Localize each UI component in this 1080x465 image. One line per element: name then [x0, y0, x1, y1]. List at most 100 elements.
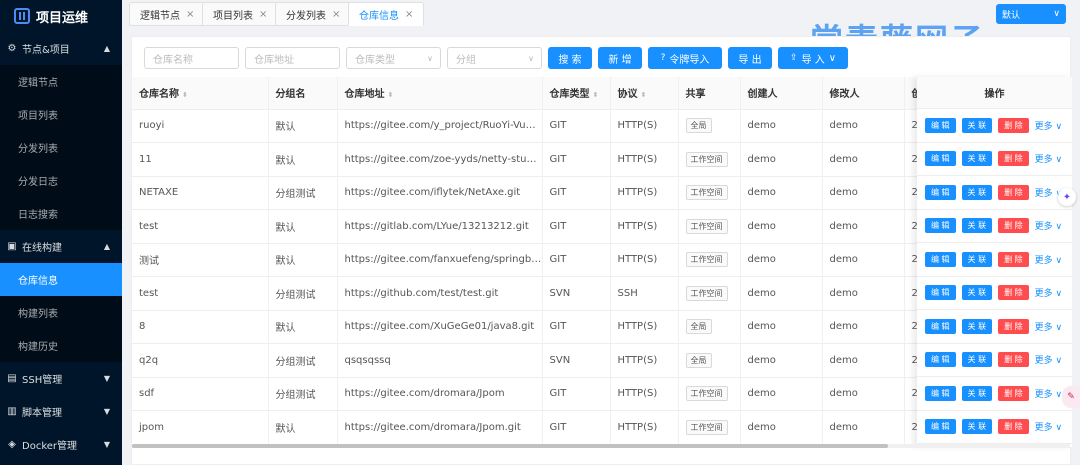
cell-protocol: HTTP(S) — [610, 142, 679, 177]
edit-button[interactable]: 编 辑 — [925, 151, 956, 167]
sidebar-item-project-list[interactable]: 项目列表 — [0, 98, 122, 131]
more-dropdown[interactable]: 更多 ∨ — [1035, 286, 1062, 299]
question-circle-icon: ? — [660, 53, 666, 63]
assistant-icon[interactable]: ✎ — [1062, 386, 1080, 408]
more-dropdown[interactable]: 更多 ∨ — [1035, 353, 1062, 366]
delete-button[interactable]: 删 除 — [998, 285, 1029, 301]
column-header-operations: 操作 — [917, 77, 1072, 109]
app-title: 项目运维 — [36, 10, 89, 26]
tab-project-list[interactable]: 项目列表 × — [202, 2, 279, 26]
sidebar-item-dispatch-log[interactable]: 分发日志 — [0, 164, 122, 197]
close-icon[interactable]: × — [405, 9, 413, 20]
sidebar-group-nodes-projects[interactable]: ⚙ 节点&项目 ▲ — [0, 32, 122, 65]
link-button[interactable]: 关 联 — [961, 352, 993, 368]
more-dropdown[interactable]: 更多 ∨ — [1035, 119, 1062, 132]
close-icon[interactable]: × — [259, 9, 267, 20]
delete-button[interactable]: 删 除 — [998, 318, 1029, 334]
delete-button[interactable]: 删 除 — [998, 251, 1029, 267]
edit-button[interactable]: 编 辑 — [925, 318, 956, 334]
workspace-label: 默认 — [1002, 10, 1021, 21]
tab-label: 逻辑节点 — [140, 10, 180, 22]
close-icon[interactable]: × — [186, 9, 194, 20]
sidebar-group-docker[interactable]: ◈ Docker管理 ▼ — [0, 428, 122, 461]
delete-button[interactable]: 删 除 — [998, 184, 1029, 200]
sidebar-item-repo-info[interactable]: 仓库信息 — [0, 263, 122, 296]
cell-group: 分组测试 — [268, 377, 338, 411]
sidebar-group-scripts[interactable]: ▥ 脚本管理 ▼ — [0, 395, 122, 428]
edit-button[interactable]: 编 辑 — [925, 352, 956, 368]
link-button[interactable]: 关 联 — [961, 285, 993, 301]
cell-group: 默认 — [268, 310, 338, 344]
sidebar-item-build-history[interactable]: 构建历史 — [0, 329, 122, 362]
sort-icon[interactable]: ⬍ — [182, 91, 188, 99]
token-import-button[interactable]: ? 令牌导入 — [648, 47, 722, 69]
repo-url-input[interactable]: 仓库地址 — [245, 47, 340, 69]
sidebar-item-dispatch-list[interactable]: 分发列表 — [0, 131, 122, 164]
cell-protocol: HTTP(S) — [610, 109, 679, 143]
delete-button[interactable]: 删 除 — [998, 151, 1029, 167]
sidebar-item-logic-nodes[interactable]: 逻辑节点 — [0, 65, 122, 98]
more-dropdown[interactable]: 更多 ∨ — [1035, 387, 1062, 400]
column-header-name[interactable]: 仓库名称 ⬍ — [132, 77, 269, 110]
scrollbar-thumb[interactable] — [132, 444, 888, 448]
link-button[interactable]: 关 联 — [961, 184, 993, 200]
repo-name-input[interactable]: 仓库名称 — [144, 47, 239, 69]
column-header-type[interactable]: 仓库类型 ⬍ — [542, 77, 611, 110]
delete-button[interactable]: 删 除 — [998, 419, 1029, 435]
tab-logic-nodes[interactable]: 逻辑节点 × — [129, 2, 206, 26]
column-header-url[interactable]: 仓库地址 ⬍ — [337, 77, 543, 110]
repo-type-select[interactable]: 仓库类型 ∨ — [346, 47, 441, 69]
tab-dispatch-list[interactable]: 分发列表 × — [275, 2, 352, 26]
edit-button[interactable]: 编 辑 — [925, 251, 956, 267]
sidebar-group-online-build[interactable]: ▣ 在线构建 ▲ — [0, 230, 122, 263]
workspace-user-button[interactable]: 默认 ∨ — [996, 4, 1066, 24]
sort-icon[interactable]: ⬍ — [388, 91, 394, 99]
column-header-share: 共享 — [678, 77, 741, 110]
app-logo[interactable]: 项目运维 — [0, 0, 122, 32]
search-button[interactable]: 搜 索 — [548, 47, 592, 69]
sidebar: 项目运维 ⚙ 节点&项目 ▲ 逻辑节点 项目列表 分发列表 分发日志 日志搜索 … — [0, 0, 122, 465]
more-dropdown[interactable]: 更多 ∨ — [1035, 253, 1062, 266]
delete-button[interactable]: 删 除 — [998, 385, 1029, 401]
sidebar-group-ssh[interactable]: ▤ SSH管理 ▼ — [0, 362, 122, 395]
edit-button[interactable]: 编 辑 — [925, 184, 956, 200]
tab-repo-info[interactable]: 仓库信息 × — [348, 2, 425, 26]
delete-button[interactable]: 删 除 — [998, 352, 1029, 368]
sidebar-item-build-list[interactable]: 构建列表 — [0, 296, 122, 329]
column-header-protocol[interactable]: 协议 ⬍ — [610, 77, 679, 110]
more-dropdown[interactable]: 更多 ∨ — [1035, 420, 1062, 433]
more-dropdown[interactable]: 更多 ∨ — [1035, 219, 1062, 232]
sort-icon[interactable]: ⬍ — [641, 91, 647, 99]
import-button[interactable]: ⇪ 导 入 ∨ — [778, 47, 848, 69]
close-icon[interactable]: × — [332, 9, 340, 20]
horizontal-scrollbar[interactable] — [132, 444, 1070, 448]
link-button[interactable]: 关 联 — [961, 151, 993, 167]
link-button[interactable]: 关 联 — [961, 251, 993, 267]
edit-button[interactable]: 编 辑 — [925, 117, 956, 133]
add-button[interactable]: 新 增 — [598, 47, 642, 69]
edit-button[interactable]: 编 辑 — [925, 419, 956, 435]
more-dropdown[interactable]: 更多 ∨ — [1035, 152, 1062, 165]
link-button[interactable]: 关 联 — [961, 117, 993, 133]
sparkle-icon[interactable]: ✦ — [1058, 188, 1076, 206]
link-button[interactable]: 关 联 — [961, 419, 993, 435]
sidebar-item-log-search[interactable]: 日志搜索 — [0, 197, 122, 230]
delete-button[interactable]: 删 除 — [998, 117, 1029, 133]
cell-share: 全局 — [678, 343, 741, 378]
edit-button[interactable]: 编 辑 — [925, 385, 956, 401]
cell-modifier: demo — [822, 209, 905, 244]
sort-icon[interactable]: ⬍ — [593, 91, 599, 99]
delete-button[interactable]: 删 除 — [998, 218, 1029, 234]
export-button[interactable]: 导 出 — [728, 47, 772, 69]
cell-name: test — [132, 276, 269, 311]
edit-button[interactable]: 编 辑 — [925, 218, 956, 234]
cell-creator: demo — [740, 377, 823, 411]
link-button[interactable]: 关 联 — [961, 218, 993, 234]
more-dropdown[interactable]: 更多 ∨ — [1035, 320, 1062, 333]
link-button[interactable]: 关 联 — [961, 318, 993, 334]
group-select[interactable]: 分组 ∨ — [447, 47, 542, 69]
link-button[interactable]: 关 联 — [961, 385, 993, 401]
column-header-group: 分组名 — [268, 77, 338, 110]
header-label: 仓库类型 — [549, 89, 590, 101]
edit-button[interactable]: 编 辑 — [925, 285, 956, 301]
